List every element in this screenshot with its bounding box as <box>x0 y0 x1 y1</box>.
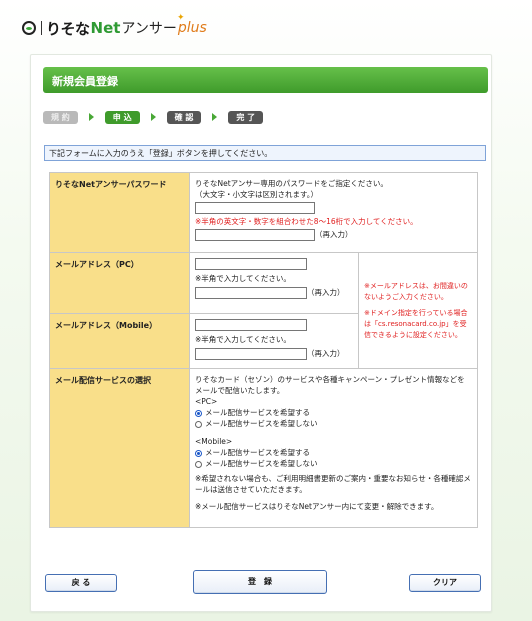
email-pc-label: メールアドレス（PC） <box>49 252 190 314</box>
email-pc-confirm-input[interactable] <box>195 287 307 299</box>
mail-service-note-change: ※メール配信サービスはりそなNetアンサー内にて変更・解除できます。 <box>195 502 439 511</box>
mail-pc-no-radio[interactable] <box>195 420 202 428</box>
email-domain-note: ※ドメイン指定を行っている場合は「cs.resonacard.co.jp」を受信… <box>364 308 468 339</box>
password-confirm-suffix: （再入力） <box>315 230 353 239</box>
progress-steps: 規 約 申 込 確 認 完 了 <box>43 109 264 125</box>
email-mobile-note: ※半角で入力してください。 <box>195 335 291 344</box>
logo-brand-answer: アンサー <box>121 21 177 37</box>
password-input[interactable] <box>195 202 315 214</box>
mail-mobile-opt-no[interactable]: メール配信サービスを希望しない <box>195 458 472 469</box>
email-pc-field-cell: ※半角で入力してください。 （再入力） <box>189 252 359 314</box>
back-button[interactable]: 戻 る <box>45 574 117 592</box>
mail-pc-yes-label: メール配信サービスを希望する <box>205 408 310 417</box>
password-label: りそなNetアンサーパスワード <box>49 172 190 253</box>
step-terms: 規 約 <box>43 110 78 124</box>
email-pc-input[interactable] <box>195 258 307 270</box>
register-button[interactable]: 登 録 <box>193 570 327 594</box>
email-pc-confirm-suffix: （再入力） <box>307 288 345 297</box>
mail-service-label: メール配信サービスの選択 <box>49 368 190 528</box>
email-mobile-confirm-input[interactable] <box>195 348 307 360</box>
email-notes-cell: ※メールアドレスは、お間違いのないようご入力ください。 ※ドメイン指定を行ってい… <box>358 252 478 369</box>
page-title-bar: 新規会員登録 <box>43 67 488 93</box>
mail-mobile-opt-yes[interactable]: メール配信サービスを希望する <box>195 447 472 458</box>
site-logo[interactable]: りそな Net アンサー plus ✦ <box>22 13 207 38</box>
instruction-box: 下記フォームに入力のうえ「登録」ボタンを押してください。 <box>44 145 486 161</box>
step-complete: 完 了 <box>228 110 264 124</box>
mail-mobile-yes-label: メール配信サービスを希望する <box>205 448 310 457</box>
registration-form: りそなNetアンサーパスワード りそなNetアンサー専用のパスワードをご指定くだ… <box>49 172 478 528</box>
mail-service-pc-heading: <PC> <box>195 397 218 406</box>
logo-divider <box>41 21 42 35</box>
mail-mobile-no-radio[interactable] <box>195 460 202 468</box>
logo-brand-name: りそな <box>46 19 90 38</box>
email-mobile-label: メールアドレス（Mobile） <box>49 313 190 369</box>
mail-service-mobile-heading: <Mobile> <box>195 437 233 446</box>
password-rule-rest: を組合わせた8～16桁で入力してください。 <box>268 217 418 226</box>
step-arrow-icon <box>88 113 94 121</box>
clear-button[interactable]: クリア <box>409 574 481 592</box>
email-typo-note: ※メールアドレスは、お間違いのないようご入力ください。 <box>364 281 468 301</box>
password-desc: りそなNetアンサー専用のパスワードをご指定ください。 <box>195 179 388 188</box>
password-field-cell: りそなNetアンサー専用のパスワードをご指定ください。 （大文字・小文字は区別さ… <box>189 172 478 253</box>
form-row-mail-service: メール配信サービスの選択 りそなカード（セゾン）のサービスや各種キャンペーン・プ… <box>49 368 478 528</box>
password-confirm-input[interactable] <box>195 229 315 241</box>
mail-mobile-yes-radio[interactable] <box>195 449 202 457</box>
email-pc-note: ※半角で入力してください。 <box>195 274 291 283</box>
password-rule-note: ※半角の英文字・数字を組合わせた8～16桁で入力してください。 <box>195 216 472 227</box>
email-mobile-input[interactable] <box>195 319 307 331</box>
mail-service-note-required: ※希望されない場合も、ご利用明細書更新のご案内・重要なお知らせ・各種確認メールは… <box>195 474 471 494</box>
mail-pc-opt-yes[interactable]: メール配信サービスを希望する <box>195 407 472 418</box>
step-arrow-icon <box>212 113 218 121</box>
mail-mobile-no-label: メール配信サービスを希望しない <box>205 459 318 468</box>
password-rule-highlight: 半角の英文字・数字 <box>201 217 269 226</box>
mail-pc-yes-radio[interactable] <box>195 409 202 417</box>
email-mobile-field-cell: ※半角で入力してください。 （再入力） <box>189 313 359 369</box>
email-mobile-confirm-suffix: （再入力） <box>307 349 345 358</box>
form-row-password: りそなNetアンサーパスワード りそなNetアンサー専用のパスワードをご指定くだ… <box>49 172 478 253</box>
mail-service-desc: りそなカード（セゾン）のサービスや各種キャンペーン・プレゼント情報などをメールで… <box>195 375 465 395</box>
form-row-email-pc: メールアドレス（PC） ※半角で入力してください。 （再入力） ※メールアドレス… <box>49 252 478 369</box>
step-arrow-icon <box>150 113 156 121</box>
mail-pc-no-label: メール配信サービスを希望しない <box>205 419 318 428</box>
mail-pc-opt-no[interactable]: メール配信サービスを希望しない <box>195 418 472 429</box>
step-confirm: 確 認 <box>166 110 202 124</box>
password-desc-case: （大文字・小文字は区別されます。） <box>195 190 318 199</box>
sparkle-icon: ✦ <box>177 13 185 23</box>
page-title: 新規会員登録 <box>52 75 118 88</box>
mail-service-field-cell: りそなカード（セゾン）のサービスや各種キャンペーン・プレゼント情報などをメールで… <box>189 368 478 528</box>
resona-logo-icon <box>22 21 36 35</box>
step-apply: 申 込 <box>104 110 140 124</box>
logo-brand-net: Net <box>90 19 121 37</box>
